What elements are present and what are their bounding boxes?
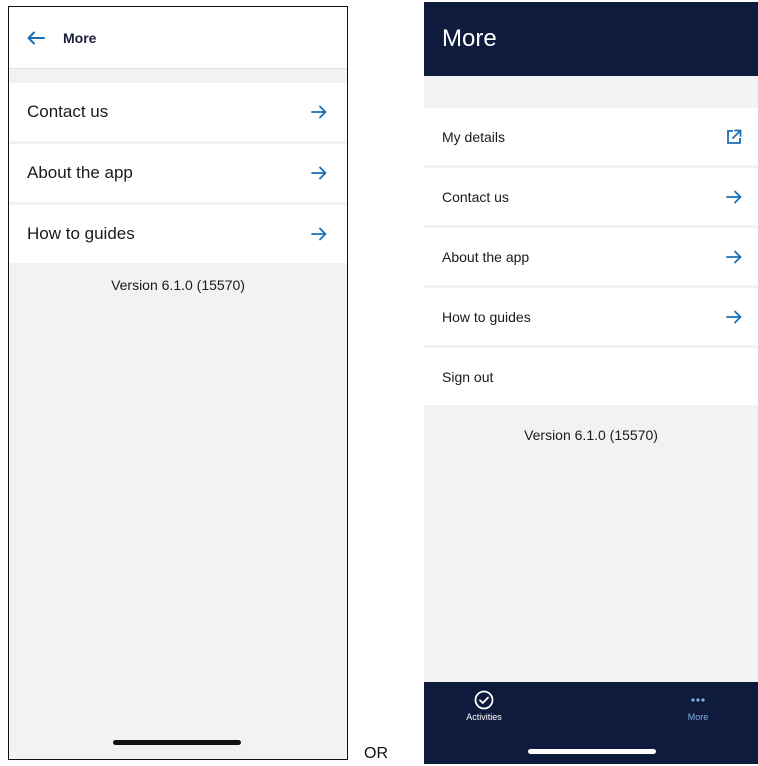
arrow-right-icon	[726, 190, 742, 204]
page-title: More	[442, 25, 497, 52]
menu-item-label: About the app	[27, 163, 133, 182]
menu-item-contact-us[interactable]: Contact us	[424, 168, 758, 225]
menu-item-my-details[interactable]: My details	[424, 108, 758, 165]
arrow-right-icon	[726, 250, 742, 264]
menu-item-label: How to guides	[442, 308, 531, 325]
menu-item-label: Sign out	[442, 368, 494, 385]
page-title: More	[63, 29, 97, 46]
more-dots-icon	[688, 690, 708, 710]
tab-more[interactable]: More	[638, 682, 758, 764]
tab-label: More	[687, 712, 709, 722]
arrow-right-icon	[311, 227, 327, 241]
arrow-left-icon	[27, 31, 45, 45]
menu-item-how-to-guides[interactable]: How to guides	[9, 205, 347, 263]
menu-list: Contact us About the app How to guides	[9, 83, 347, 263]
external-link-icon	[726, 129, 742, 145]
menu-item-about-the-app[interactable]: About the app	[9, 144, 347, 202]
menu-item-label: Contact us	[27, 102, 109, 121]
menu-list: My details Contact us About the app How …	[424, 108, 758, 405]
home-indicator[interactable]	[113, 740, 241, 745]
back-button[interactable]	[9, 31, 63, 45]
tab-activities[interactable]: Activities	[424, 682, 544, 764]
or-separator: OR	[364, 745, 388, 762]
home-indicator[interactable]	[528, 749, 656, 754]
version-text: Version 6.1.0 (15570)	[111, 277, 245, 293]
arrow-right-icon	[726, 310, 742, 324]
arrow-right-icon	[311, 105, 327, 119]
check-circle-icon	[474, 690, 494, 710]
menu-item-sign-out[interactable]: Sign out	[424, 348, 758, 405]
menu-item-how-to-guides[interactable]: How to guides	[424, 288, 758, 345]
arrow-right-icon	[311, 166, 327, 180]
menu-item-about-the-app[interactable]: About the app	[424, 228, 758, 285]
phone-screen-left: More Contact us About the app How to gui…	[8, 6, 348, 760]
app-header: More	[9, 7, 347, 69]
menu-item-label: Contact us	[442, 188, 509, 205]
app-header: More	[424, 2, 758, 76]
version-text: Version 6.1.0 (15570)	[524, 427, 658, 443]
phone-screen-right: More My details Contact us About the app…	[424, 2, 758, 764]
menu-item-label: How to guides	[27, 224, 135, 243]
menu-item-label: My details	[442, 128, 506, 145]
menu-item-label: About the app	[442, 248, 530, 265]
tab-label: Activities	[466, 712, 502, 722]
menu-item-contact-us[interactable]: Contact us	[9, 83, 347, 141]
